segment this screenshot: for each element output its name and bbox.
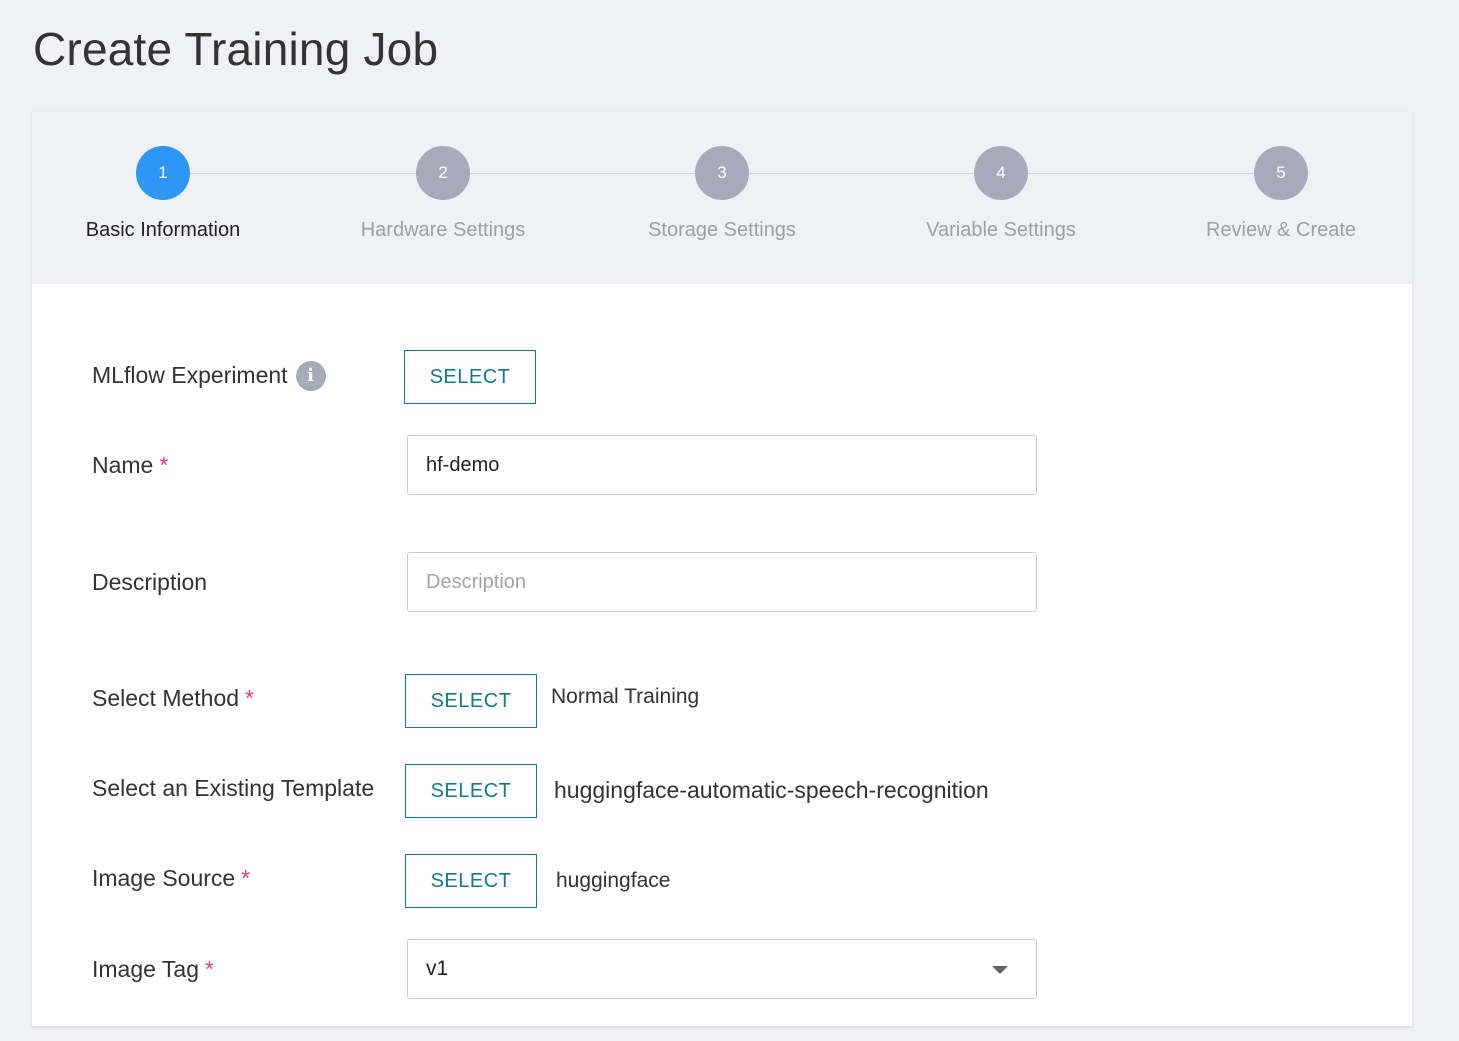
required-marker: *: [159, 452, 169, 478]
image-source-select-button[interactable]: SELECT: [405, 854, 537, 908]
name-label: Name *: [92, 452, 168, 479]
step-number: 5: [1254, 146, 1308, 200]
step-number: 3: [695, 146, 749, 200]
method-select-button[interactable]: SELECT: [405, 674, 537, 728]
selected-image-source-value: huggingface: [556, 869, 671, 892]
step-hardware-settings[interactable]: 2 Hardware Settings: [333, 146, 553, 242]
description-input[interactable]: [407, 552, 1037, 612]
step-number: 1: [136, 146, 190, 200]
step-label: Basic Information: [85, 219, 241, 241]
template-label: Select an Existing Template: [92, 775, 375, 801]
step-review-create[interactable]: 5 Review & Create: [1171, 146, 1391, 242]
step-basic-information[interactable]: 1 Basic Information: [53, 146, 273, 242]
image-tag-label: Image Tag *: [92, 956, 214, 983]
select-method-label-text: Select Method: [92, 685, 240, 711]
image-tag-label-text: Image Tag: [92, 956, 199, 982]
step-variable-settings[interactable]: 4 Variable Settings: [891, 146, 1111, 242]
step-label: Review & Create: [1205, 219, 1357, 241]
mlflow-experiment-label: MLflow Experiment i: [92, 361, 326, 391]
step-label: Storage Settings: [648, 219, 796, 241]
description-label: Description: [92, 569, 208, 595]
image-source-label-text: Image Source: [92, 865, 236, 891]
selected-template-value: huggingface-automatic-speech-recognition: [554, 777, 989, 803]
step-label: Hardware Settings: [360, 219, 526, 241]
stepper: 1 Basic Information 2 Hardware Settings …: [32, 111, 1412, 284]
name-input[interactable]: [407, 435, 1037, 495]
image-tag-dropdown[interactable]: v1: [407, 939, 1037, 999]
mlflow-select-button[interactable]: SELECT: [404, 350, 536, 404]
step-number: 2: [416, 146, 470, 200]
required-marker: *: [245, 685, 254, 711]
chevron-down-icon: [992, 966, 1008, 974]
step-storage-settings[interactable]: 3 Storage Settings: [612, 146, 832, 242]
required-marker: *: [204, 956, 214, 982]
step-number: 4: [974, 146, 1028, 200]
selected-method-value: Normal Training: [551, 685, 700, 708]
mlflow-experiment-label-text: MLflow Experiment: [92, 362, 288, 388]
select-method-label: Select Method *: [92, 685, 254, 712]
step-label: Variable Settings: [926, 219, 1076, 241]
page-title: Create Training Job: [33, 23, 439, 75]
image-tag-value: v1: [426, 957, 449, 980]
template-select-button[interactable]: SELECT: [405, 764, 537, 818]
name-label-text: Name: [92, 452, 154, 478]
required-marker: *: [241, 865, 251, 891]
info-icon[interactable]: i: [295, 361, 326, 391]
image-source-label: Image Source *: [92, 865, 250, 892]
form-card: 1 Basic Information 2 Hardware Settings …: [32, 111, 1412, 1026]
